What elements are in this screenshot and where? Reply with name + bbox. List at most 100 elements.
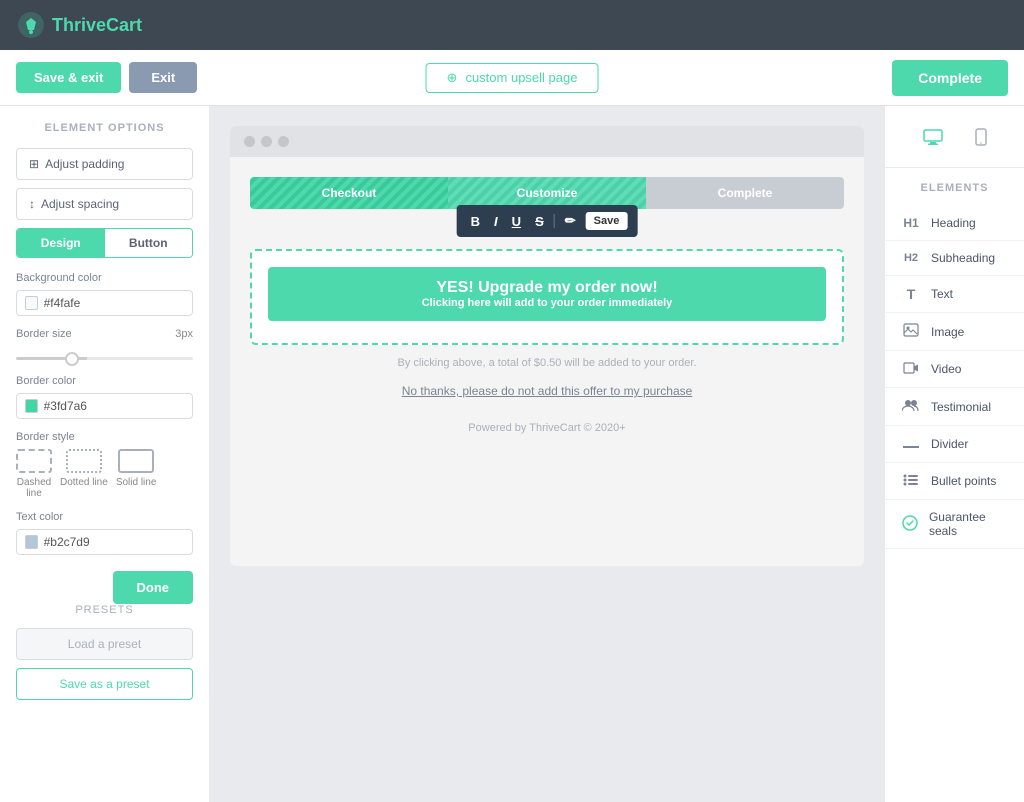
elements-title: ELEMENTS — [885, 178, 1024, 206]
padding-icon: ⊞ — [29, 157, 39, 171]
guarantee-seals-label: Guarantee seals — [929, 510, 1008, 538]
desktop-view-button[interactable] — [915, 124, 951, 153]
page-indicator: ⊕ custom upsell page — [426, 63, 599, 93]
mobile-view-button[interactable] — [967, 124, 995, 153]
border-size-slider-wrap — [16, 348, 193, 363]
powered-by: Powered by ThriveCart © 2020+ — [250, 422, 844, 444]
border-color-text[interactable] — [44, 399, 184, 413]
pen-button[interactable]: ✏ — [561, 211, 580, 231]
action-bar: Save & exit Exit ⊕ custom upsell page Co… — [0, 50, 1024, 106]
divider-label: Divider — [931, 437, 968, 451]
subheading-label: Subheading — [931, 251, 995, 265]
heading-label: Heading — [931, 216, 976, 230]
desktop-icon — [923, 129, 943, 145]
border-color-input[interactable] — [16, 393, 193, 419]
view-toggle — [885, 116, 1024, 168]
mobile-icon — [975, 128, 987, 146]
testimonial-label: Testimonial — [931, 400, 991, 414]
main-layout: ELEMENT OPTIONS ⊞ Adjust padding ↕ Adjus… — [0, 106, 1024, 802]
video-label: Video — [931, 362, 961, 376]
border-style-dashed[interactable]: Dashedline — [16, 449, 52, 499]
browser-dot-1 — [244, 136, 255, 147]
logo-icon — [16, 10, 46, 40]
guarantee-seals-icon — [901, 515, 919, 534]
dotted-label: Dotted line — [60, 477, 108, 488]
done-button[interactable]: Done — [113, 571, 194, 604]
border-styles: Dashedline Dotted line Solid line — [16, 449, 193, 499]
order-note: By clicking above, a total of $0.50 will… — [250, 357, 844, 369]
bg-color-text[interactable] — [44, 296, 184, 310]
logo: ThriveCart — [16, 10, 142, 40]
adjust-spacing-button[interactable]: ↕ Adjust spacing — [16, 188, 193, 220]
presets-title: PRESETS — [16, 604, 193, 616]
border-style-dotted[interactable]: Dotted line — [60, 449, 108, 499]
tab-button[interactable]: Button — [105, 229, 193, 257]
right-sidebar: ELEMENTS H1 Heading H2 Subheading T Text… — [884, 106, 1024, 802]
element-item-image[interactable]: Image — [885, 313, 1024, 351]
bg-color-swatch — [25, 296, 38, 310]
dotted-icon — [66, 449, 102, 473]
checkout-step-checkout: Checkout — [250, 177, 448, 209]
text-format-toolbar: B I U S ✏ Save — [457, 205, 638, 237]
strikethrough-button[interactable]: S — [531, 212, 548, 231]
button-editor-container: YES! Upgrade my order now! Clicking here… — [250, 249, 844, 345]
logo-text: ThriveCart — [52, 15, 142, 36]
tab-design[interactable]: Design — [17, 229, 105, 257]
border-size-slider[interactable] — [16, 357, 193, 360]
load-preset-button[interactable]: Load a preset — [16, 628, 193, 660]
text-label: Text — [931, 287, 953, 301]
no-thanks-link[interactable]: No thanks, please do not add this offer … — [402, 384, 693, 398]
border-size-label: Border size — [16, 328, 72, 340]
toolbar-divider — [554, 214, 555, 228]
presets-section: PRESETS Load a preset Save as a preset — [16, 604, 193, 700]
border-style-label: Border style — [16, 431, 193, 443]
complete-button[interactable]: Complete — [892, 60, 1008, 96]
divider-icon — [901, 436, 921, 452]
top-navbar: ThriveCart — [0, 0, 1024, 50]
element-item-testimonial[interactable]: Testimonial — [885, 388, 1024, 426]
upsell-button[interactable]: YES! Upgrade my order now! Clicking here… — [268, 267, 826, 321]
dashed-icon — [16, 449, 52, 473]
element-item-text[interactable]: T Text — [885, 276, 1024, 313]
bullet-points-label: Bullet points — [931, 474, 996, 488]
bullet-points-icon — [901, 473, 921, 489]
border-style-solid[interactable]: Solid line — [116, 449, 157, 499]
border-size-label-row: Border size 3px — [16, 328, 193, 340]
heading-icon: H1 — [901, 216, 921, 230]
adjust-spacing-label: Adjust spacing — [41, 197, 119, 211]
page-indicator-icon: ⊕ — [447, 70, 458, 86]
toolbar-save-button[interactable]: Save — [586, 212, 628, 230]
italic-button[interactable]: I — [490, 212, 502, 231]
border-size-value: 3px — [175, 328, 193, 340]
text-color-text[interactable] — [44, 535, 184, 549]
text-color-input[interactable] — [16, 529, 193, 555]
element-item-heading[interactable]: H1 Heading — [885, 206, 1024, 241]
text-color-label: Text color — [16, 511, 193, 523]
adjust-padding-button[interactable]: ⊞ Adjust padding — [16, 148, 193, 180]
element-item-guarantee-seals[interactable]: Guarantee seals — [885, 500, 1024, 549]
bg-color-input[interactable] — [16, 290, 193, 316]
spacing-icon: ↕ — [29, 197, 35, 211]
browser-content: Checkout Customize Complete B I U S ✏ Sa… — [230, 157, 864, 464]
save-exit-button[interactable]: Save & exit — [16, 62, 121, 93]
element-item-divider[interactable]: Divider — [885, 426, 1024, 463]
browser-bar — [230, 126, 864, 157]
image-icon — [901, 323, 921, 340]
save-preset-button[interactable]: Save as a preset — [16, 668, 193, 700]
underline-button[interactable]: U — [508, 212, 525, 231]
upsell-btn-sub: Clicking here will add to your order imm… — [268, 297, 826, 309]
border-color-swatch — [25, 399, 38, 413]
exit-button[interactable]: Exit — [129, 62, 197, 93]
element-item-video[interactable]: Video — [885, 351, 1024, 388]
image-label: Image — [931, 325, 964, 339]
checkout-step-complete: Complete — [646, 177, 844, 209]
bold-button[interactable]: B — [467, 212, 484, 231]
border-color-label: Border color — [16, 375, 193, 387]
element-item-bullet-points[interactable]: Bullet points — [885, 463, 1024, 500]
testimonial-icon — [901, 398, 921, 415]
browser-frame: Checkout Customize Complete B I U S ✏ Sa… — [230, 126, 864, 566]
text-icon: T — [901, 286, 921, 302]
element-item-subheading[interactable]: H2 Subheading — [885, 241, 1024, 276]
browser-dot-3 — [278, 136, 289, 147]
subheading-icon: H2 — [901, 252, 921, 264]
